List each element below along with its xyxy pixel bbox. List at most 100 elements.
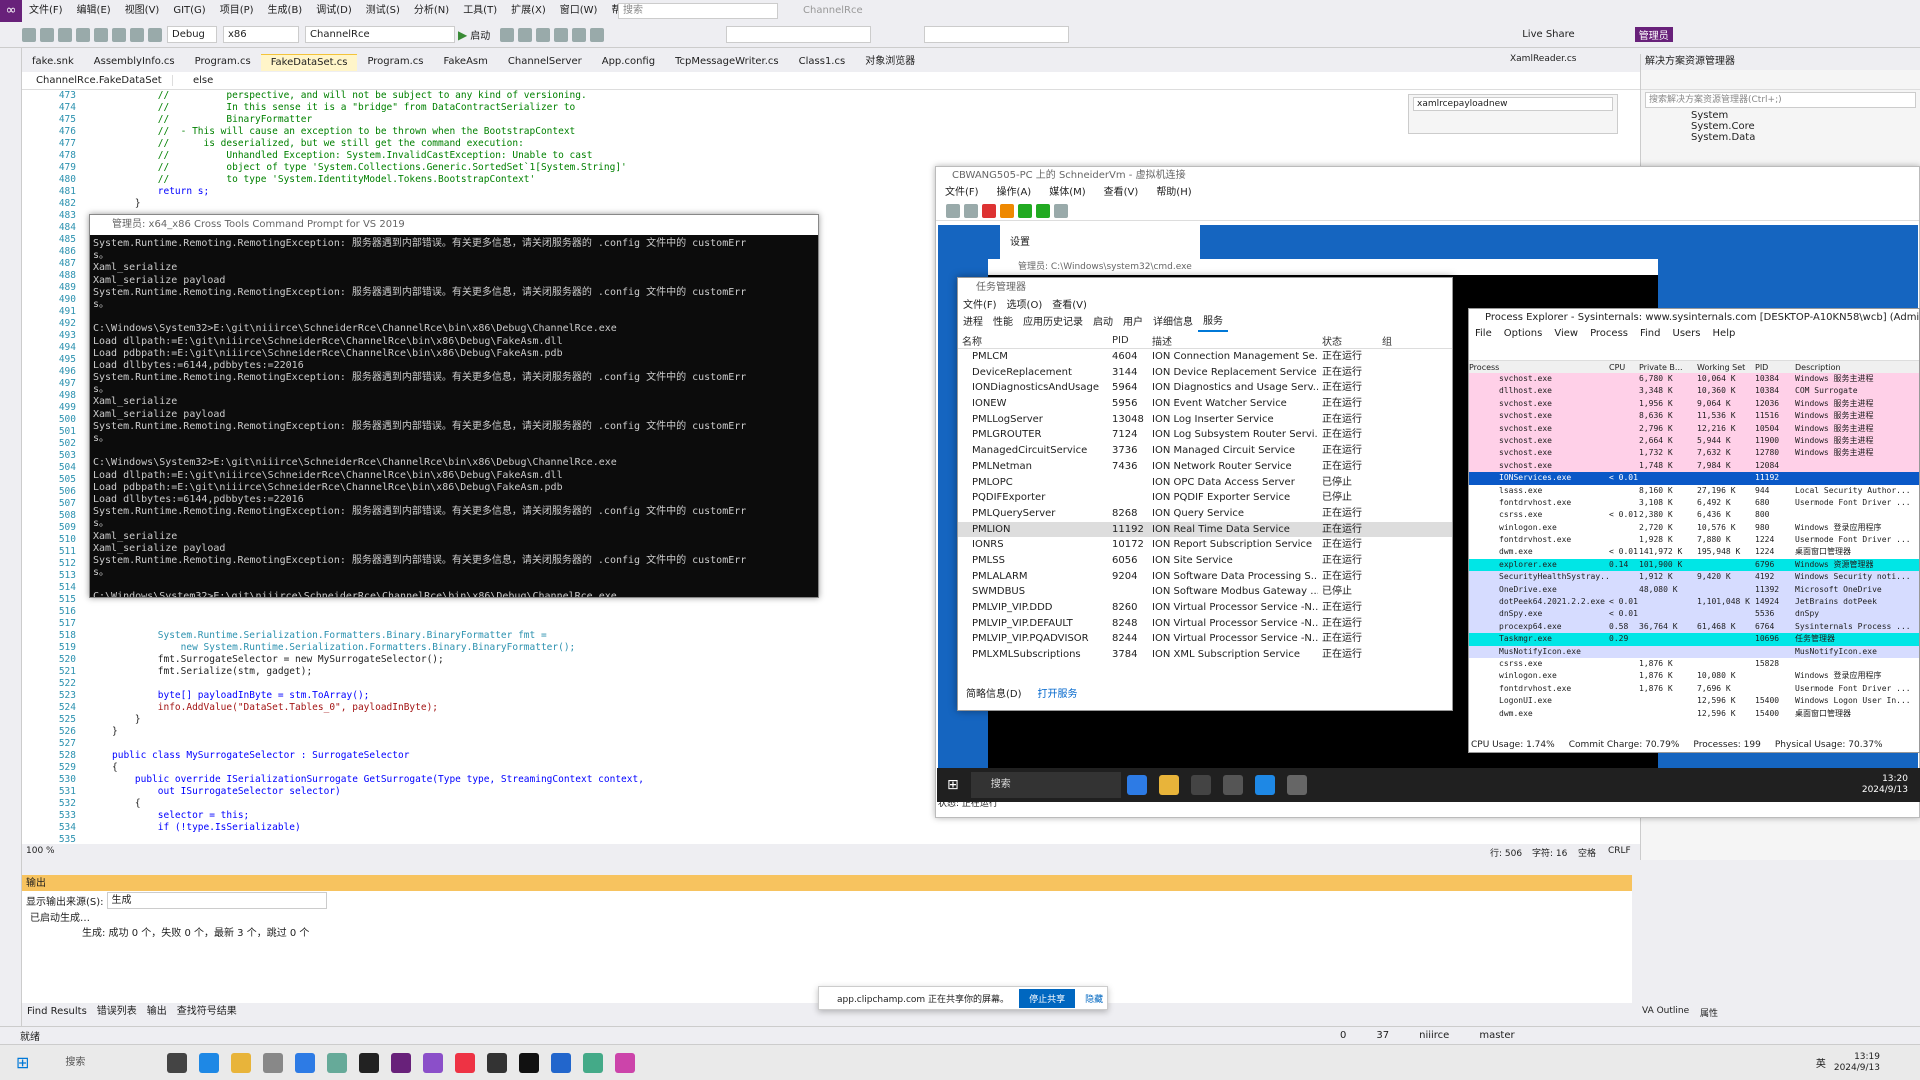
- status-branch[interactable]: master: [1479, 1030, 1514, 1041]
- menu-item[interactable]: 生成(B): [261, 0, 310, 22]
- task-tab[interactable]: 启动: [1088, 315, 1118, 331]
- process-row[interactable]: dllhost.exe 3,348 K 10,360 K 10384 COM Surro…: [1469, 385, 1919, 398]
- vm-menu-item[interactable]: 帮助(H): [1147, 185, 1200, 201]
- service-row[interactable]: PMLSS 6056 ION Site Service 正在运行: [958, 553, 1452, 569]
- task-menu-item[interactable]: 查看(V): [1047, 298, 1092, 314]
- process-row[interactable]: MusNotifyIcon.exe MusNotifyIcon.exe: [1469, 645, 1919, 658]
- menu-item[interactable]: 项目(P): [213, 0, 261, 22]
- app-icon[interactable]: [327, 1052, 348, 1073]
- document-tab[interactable]: fake.snk: [22, 54, 84, 70]
- pe-column-header[interactable]: Working Set: [1697, 363, 1755, 372]
- process-row[interactable]: dwm.exe 12,596 K 15400 桌面窗口管理器: [1469, 707, 1919, 720]
- document-tab[interactable]: 对象浏览器: [855, 54, 925, 70]
- bottom-tab[interactable]: 查找符号结果: [172, 1003, 242, 1021]
- service-row[interactable]: IONEW 5956 ION Event Watcher Service 正在运行: [958, 396, 1452, 412]
- toolbar-tool-icon[interactable]: [572, 27, 587, 42]
- live-share-button[interactable]: Live Share: [1522, 29, 1574, 40]
- process-row[interactable]: svchost.exe 1,748 K 7,984 K 12084: [1469, 459, 1919, 473]
- pe-menu-item[interactable]: View: [1548, 327, 1584, 341]
- menu-item[interactable]: 窗口(W): [553, 0, 605, 22]
- document-tab[interactable]: ChannelServer: [498, 54, 592, 70]
- service-row[interactable]: IONRS 10172 ION Report Subscription Servic…: [958, 537, 1452, 553]
- save-icon[interactable]: [94, 27, 108, 42]
- vm-menu-item[interactable]: 操作(A): [988, 185, 1041, 201]
- solution-tree-item[interactable]: System.Data: [1691, 132, 1920, 143]
- process-row[interactable]: svchost.exe 2,664 K 5,944 K 11900 Windows 服务…: [1469, 434, 1919, 448]
- new-project-icon[interactable]: [58, 27, 72, 42]
- app-icon[interactable]: [1190, 775, 1211, 795]
- service-row[interactable]: PMLOPC ION OPC Data Access Server 已停止: [958, 475, 1452, 491]
- bottom-tab[interactable]: 错误列表: [92, 1003, 142, 1021]
- output-source-select[interactable]: 生成: [106, 891, 327, 909]
- bottom-tab[interactable]: Find Results: [22, 1003, 92, 1021]
- vm-tool-icon[interactable]: [946, 203, 960, 218]
- document-tab[interactable]: FakeAsm: [434, 54, 498, 70]
- toolbar-tool-icon[interactable]: [518, 27, 533, 42]
- pe-menu-item[interactable]: File: [1469, 327, 1498, 341]
- services-header-cell[interactable]: PID: [1108, 335, 1148, 346]
- menu-item[interactable]: 调试(D): [309, 0, 359, 22]
- properties-tab[interactable]: 属性: [1700, 1006, 1718, 1019]
- task-tab[interactable]: 用户: [1118, 315, 1148, 331]
- services-header-cell[interactable]: 状态: [1318, 333, 1378, 348]
- zoom-level[interactable]: 100 %: [26, 846, 55, 856]
- service-row[interactable]: SWMDBUS ION Software Modbus Gateway ... 已停…: [958, 584, 1452, 600]
- process-row[interactable]: svchost.exe 6,780 K 10,064 K 10384 Windows 服…: [1469, 373, 1919, 386]
- service-row[interactable]: PMLVIP_VIP.DDD 8260 ION Virtual Processor …: [958, 600, 1452, 616]
- task-tab[interactable]: 性能: [988, 315, 1018, 331]
- start-icon[interactable]: ▶: [458, 28, 467, 42]
- process-row[interactable]: winlogon.exe 2,720 K 10,576 K 980 Windows 登录…: [1469, 521, 1919, 535]
- service-row[interactable]: PMLALARM 9204 ION Software Data Processing…: [958, 569, 1452, 585]
- process-row[interactable]: dnSpy.exe < 0.01 5536 dnSpy: [1469, 608, 1919, 621]
- document-tab[interactable]: FakeDataSet.cs: [260, 53, 358, 71]
- va-outline-tab[interactable]: VA Outline: [1642, 1006, 1690, 1016]
- windows-start-icon[interactable]: ⊞: [16, 1053, 29, 1072]
- start-button[interactable]: 启动: [470, 27, 490, 42]
- process-row[interactable]: svchost.exe 2,796 K 12,216 K 10504 Windows 服…: [1469, 422, 1919, 435]
- process-row[interactable]: dwm.exe < 0.01 141,972 K 195,948 K 1224 桌面窗口管…: [1469, 546, 1919, 559]
- service-row[interactable]: PMLVIP_VIP.PQADVISOR 8244 ION Virtual Proc…: [958, 631, 1452, 647]
- pe-column-header[interactable]: CPU: [1609, 363, 1639, 372]
- solution-tree-item[interactable]: System: [1691, 110, 1920, 121]
- task-menu-item[interactable]: 文件(F): [958, 298, 1002, 314]
- process-row[interactable]: csrss.exe < 0.01 2,380 K 6,436 K 800: [1469, 509, 1919, 522]
- menu-item[interactable]: 工具(T): [456, 0, 504, 22]
- explorer-icon[interactable]: [231, 1052, 252, 1073]
- document-tab[interactable]: AssemblyInfo.cs: [84, 54, 185, 70]
- process-row[interactable]: fontdrvhost.exe 1,876 K 7,696 K Usermode Fo…: [1469, 682, 1919, 696]
- terminal-icon[interactable]: [359, 1052, 380, 1073]
- app-icon[interactable]: [615, 1052, 636, 1073]
- vm-start-icon[interactable]: [1036, 203, 1050, 218]
- nav-class[interactable]: ChannelRce.FakeDataSet: [22, 75, 172, 86]
- vm-menu-item[interactable]: 查看(V): [1095, 185, 1148, 201]
- save-all-icon[interactable]: [112, 27, 126, 42]
- task-tab[interactable]: 服务: [1198, 314, 1228, 332]
- task-menu-item[interactable]: 选项(O): [1002, 298, 1048, 314]
- document-tab[interactable]: Class1.cs: [789, 54, 856, 70]
- process-row[interactable]: OneDrive.exe 48,080 K 11392 Microsoft OneDr…: [1469, 583, 1919, 597]
- pe-column-header[interactable]: PID: [1755, 363, 1795, 372]
- process-row[interactable]: csrss.exe 1,876 K 15828: [1469, 657, 1919, 671]
- service-row[interactable]: ManagedCircuitService 3736 ION Managed Cir…: [958, 443, 1452, 459]
- menu-item[interactable]: 视图(V): [118, 0, 167, 22]
- service-row[interactable]: PMLLogServer 13048 ION Log Inserter Servic…: [958, 412, 1452, 428]
- project-select[interactable]: ChannelRce: [305, 26, 455, 43]
- app-icon[interactable]: [487, 1052, 508, 1073]
- vm-search[interactable]: 搜索: [970, 772, 1121, 798]
- task-tab[interactable]: 进程: [958, 315, 988, 331]
- toolbar-tool-icon[interactable]: [500, 27, 515, 42]
- toolbar-tool-icon[interactable]: [554, 27, 569, 42]
- pe-menu-item[interactable]: Find: [1634, 327, 1667, 341]
- process-row[interactable]: svchost.exe 1,732 K 7,632 K 12780 Windows 服务…: [1469, 447, 1919, 460]
- back-icon[interactable]: [22, 27, 36, 42]
- visual-studio-icon[interactable]: [391, 1052, 412, 1073]
- vm-tool-icon[interactable]: [1054, 203, 1068, 218]
- solution-tree-item[interactable]: System.Core: [1691, 121, 1920, 132]
- menu-item[interactable]: 编辑(E): [70, 0, 118, 22]
- vs-logo-icon[interactable]: ∞: [0, 0, 22, 22]
- taskbar-search[interactable]: 搜索: [41, 1051, 161, 1075]
- services-header-cell[interactable]: 组: [1378, 333, 1408, 348]
- service-row[interactable]: PMLGROUTER 7124 ION Log Subsystem Router S…: [958, 427, 1452, 443]
- pe-menu-item[interactable]: Help: [1707, 327, 1742, 341]
- cmd-icon[interactable]: [519, 1052, 540, 1073]
